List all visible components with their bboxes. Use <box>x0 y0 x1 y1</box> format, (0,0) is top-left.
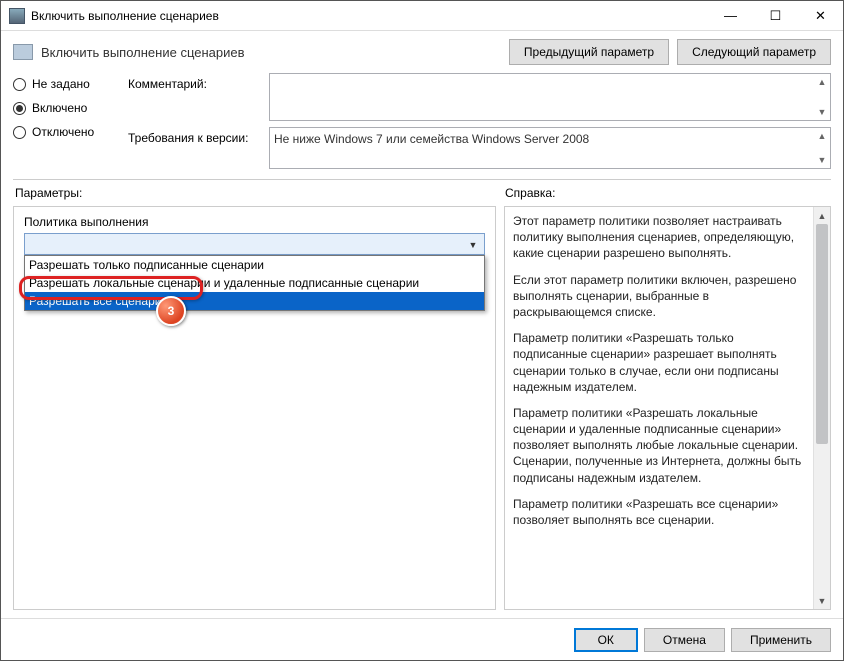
radio-label: Не задано <box>32 77 90 91</box>
minimize-button[interactable]: — <box>708 1 753 30</box>
dropdown-option[interactable]: Разрешать локальные сценарии и удаленные… <box>25 274 484 292</box>
radio-enabled[interactable]: Включено <box>13 101 128 115</box>
scroll-down-icon: ▼ <box>814 154 830 166</box>
app-icon <box>9 8 25 24</box>
help-label: Справка: <box>505 186 555 200</box>
scrollbar[interactable]: ▲ ▼ <box>814 74 830 120</box>
help-text: Параметр политики «Разрешать локальные с… <box>513 405 805 486</box>
supported-label: Требования к версии: <box>128 127 263 169</box>
radio-disabled[interactable]: Отключено <box>13 125 128 139</box>
execution-policy-dropdown[interactable]: ▼ Разрешать только подписанные сценарии … <box>24 233 485 255</box>
help-text: Параметр политики «Разрешать только подп… <box>513 330 805 395</box>
scroll-up-icon: ▲ <box>814 130 830 142</box>
dropdown-option[interactable]: Разрешать все сценарии <box>25 292 484 310</box>
close-button[interactable]: ✕ <box>798 1 843 30</box>
radio-icon <box>13 102 26 115</box>
annotation-step-badge: 3 <box>156 296 186 326</box>
dropdown-option[interactable]: Разрешать только подписанные сценарии <box>25 256 484 274</box>
dialog-footer: ОК Отмена Применить <box>1 618 843 660</box>
radio-icon <box>13 78 26 91</box>
ok-button[interactable]: ОК <box>574 628 638 652</box>
window-title: Включить выполнение сценариев <box>31 9 708 23</box>
supported-textarea: Не ниже Windows 7 или семейства Windows … <box>269 127 831 169</box>
policy-heading: Включить выполнение сценариев <box>41 45 501 60</box>
scroll-thumb[interactable] <box>816 224 828 444</box>
chevron-down-icon: ▼ <box>465 237 481 253</box>
help-panel: Этот параметр политики позволяет настраи… <box>504 206 831 610</box>
help-scrollbar[interactable]: ▲ ▼ <box>813 207 830 609</box>
radio-label: Включено <box>32 101 87 115</box>
options-label: Параметры: <box>15 186 505 200</box>
scroll-up-icon: ▲ <box>814 207 830 224</box>
scroll-up-icon: ▲ <box>814 76 830 88</box>
help-text: Если этот параметр политики включен, раз… <box>513 272 805 321</box>
divider <box>13 179 831 180</box>
comment-textarea[interactable]: ▲ ▼ <box>269 73 831 121</box>
apply-button[interactable]: Применить <box>731 628 831 652</box>
help-text: Параметр политики «Разрешать все сценари… <box>513 496 805 528</box>
cancel-button[interactable]: Отмена <box>644 628 725 652</box>
radio-not-configured[interactable]: Не задано <box>13 77 128 91</box>
scrollbar[interactable]: ▲ ▼ <box>814 128 830 168</box>
radio-label: Отключено <box>32 125 94 139</box>
dropdown-list: Разрешать только подписанные сценарии Ра… <box>24 255 485 311</box>
title-bar: Включить выполнение сценариев — ☐ ✕ <box>1 1 843 31</box>
help-text: Этот параметр политики позволяет настраи… <box>513 213 805 262</box>
radio-icon <box>13 126 26 139</box>
scroll-down-icon: ▼ <box>814 106 830 118</box>
scroll-down-icon: ▼ <box>814 592 830 609</box>
execution-policy-label: Политика выполнения <box>24 215 485 229</box>
policy-icon <box>13 44 33 60</box>
maximize-button[interactable]: ☐ <box>753 1 798 30</box>
comment-label: Комментарий: <box>128 73 263 121</box>
previous-setting-button[interactable]: Предыдущий параметр <box>509 39 669 65</box>
next-setting-button[interactable]: Следующий параметр <box>677 39 831 65</box>
options-panel: Политика выполнения ▼ Разрешать только п… <box>13 206 496 610</box>
